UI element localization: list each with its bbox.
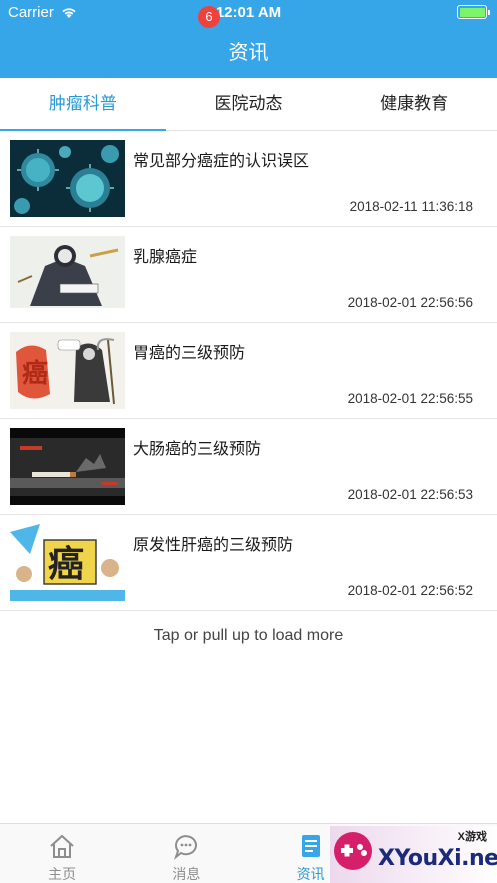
- cancer-character-cartoon-image: 癌: [10, 524, 125, 601]
- home-icon: [50, 834, 74, 858]
- battery-tip: [488, 10, 490, 15]
- chat-icon: [174, 835, 198, 860]
- app-header: Carrier 12:01 AM 资讯: [0, 0, 497, 78]
- watermark-text: XYouXi.net: [378, 846, 497, 871]
- grim-reaper-cartoon-image: 癌: [10, 332, 125, 409]
- svg-text:癌: 癌: [22, 358, 48, 389]
- article-title: 原发性肝癌的三级预防: [133, 537, 294, 554]
- category-tabs: 肿瘤科普 医院动态 健康教育: [0, 78, 497, 131]
- tab-health-education[interactable]: 健康教育: [331, 78, 497, 130]
- message-count-badge: 6: [198, 6, 220, 28]
- list-item[interactable]: 癌 胃癌的三级预防 2018-02-01 22:56:55: [0, 323, 497, 419]
- article-title: 常见部分癌症的认识误区: [133, 153, 310, 170]
- status-time: 12:01 AM: [215, 4, 282, 21]
- virus-cells-image: [10, 140, 125, 217]
- tabbar-label: 主页: [48, 866, 77, 882]
- battery-level: [459, 7, 485, 17]
- article-date: 2018-02-01 22:56:52: [347, 583, 473, 598]
- article-title: 乳腺癌症: [133, 249, 198, 266]
- list-item[interactable]: 大肠癌的三级预防 2018-02-01 22:56:53: [0, 419, 497, 515]
- article-date: 2018-02-01 22:56:56: [347, 295, 473, 310]
- status-bar: Carrier 12:01 AM: [0, 0, 497, 26]
- list-item[interactable]: 乳腺癌症 2018-02-01 22:56:56: [0, 227, 497, 323]
- svg-text:癌: 癌: [48, 544, 84, 585]
- watermark-small-text: X游戏: [457, 831, 487, 843]
- page-title: 资讯: [228, 42, 269, 64]
- tabbar-label: 消息: [172, 866, 201, 882]
- tabbar-item-home[interactable]: 主页: [0, 824, 124, 883]
- load-more-button[interactable]: Tap or pull up to load more: [0, 627, 497, 645]
- news-icon: [301, 835, 320, 857]
- list-item[interactable]: 常见部分癌症的认识误区 2018-02-11 11:36:18: [0, 131, 497, 227]
- article-title: 胃癌的三级预防: [133, 345, 246, 362]
- battery-icon: [457, 5, 490, 19]
- cancer-cartoon-image: [10, 236, 125, 313]
- article-date: 2018-02-01 22:56:53: [347, 487, 473, 502]
- smoking-ad-image: [10, 428, 125, 505]
- site-watermark: X游戏 XYouXi.net: [330, 826, 497, 883]
- article-date: 2018-02-11 11:36:18: [349, 199, 473, 214]
- list-item[interactable]: 癌 原发性肝癌的三级预防 2018-02-01 22:56:52: [0, 515, 497, 611]
- gamepad-logo-icon: [334, 832, 372, 870]
- tab-hospital-news[interactable]: 医院动态: [166, 78, 332, 130]
- article-date: 2018-02-01 22:56:55: [347, 391, 473, 406]
- article-title: 大肠癌的三级预防: [133, 441, 262, 458]
- tabbar-item-messages[interactable]: 消息: [124, 824, 248, 883]
- tab-tumor-science[interactable]: 肿瘤科普: [0, 78, 166, 130]
- article-list: 常见部分癌症的认识误区 2018-02-11 11:36:18 乳腺癌症 201…: [0, 131, 497, 611]
